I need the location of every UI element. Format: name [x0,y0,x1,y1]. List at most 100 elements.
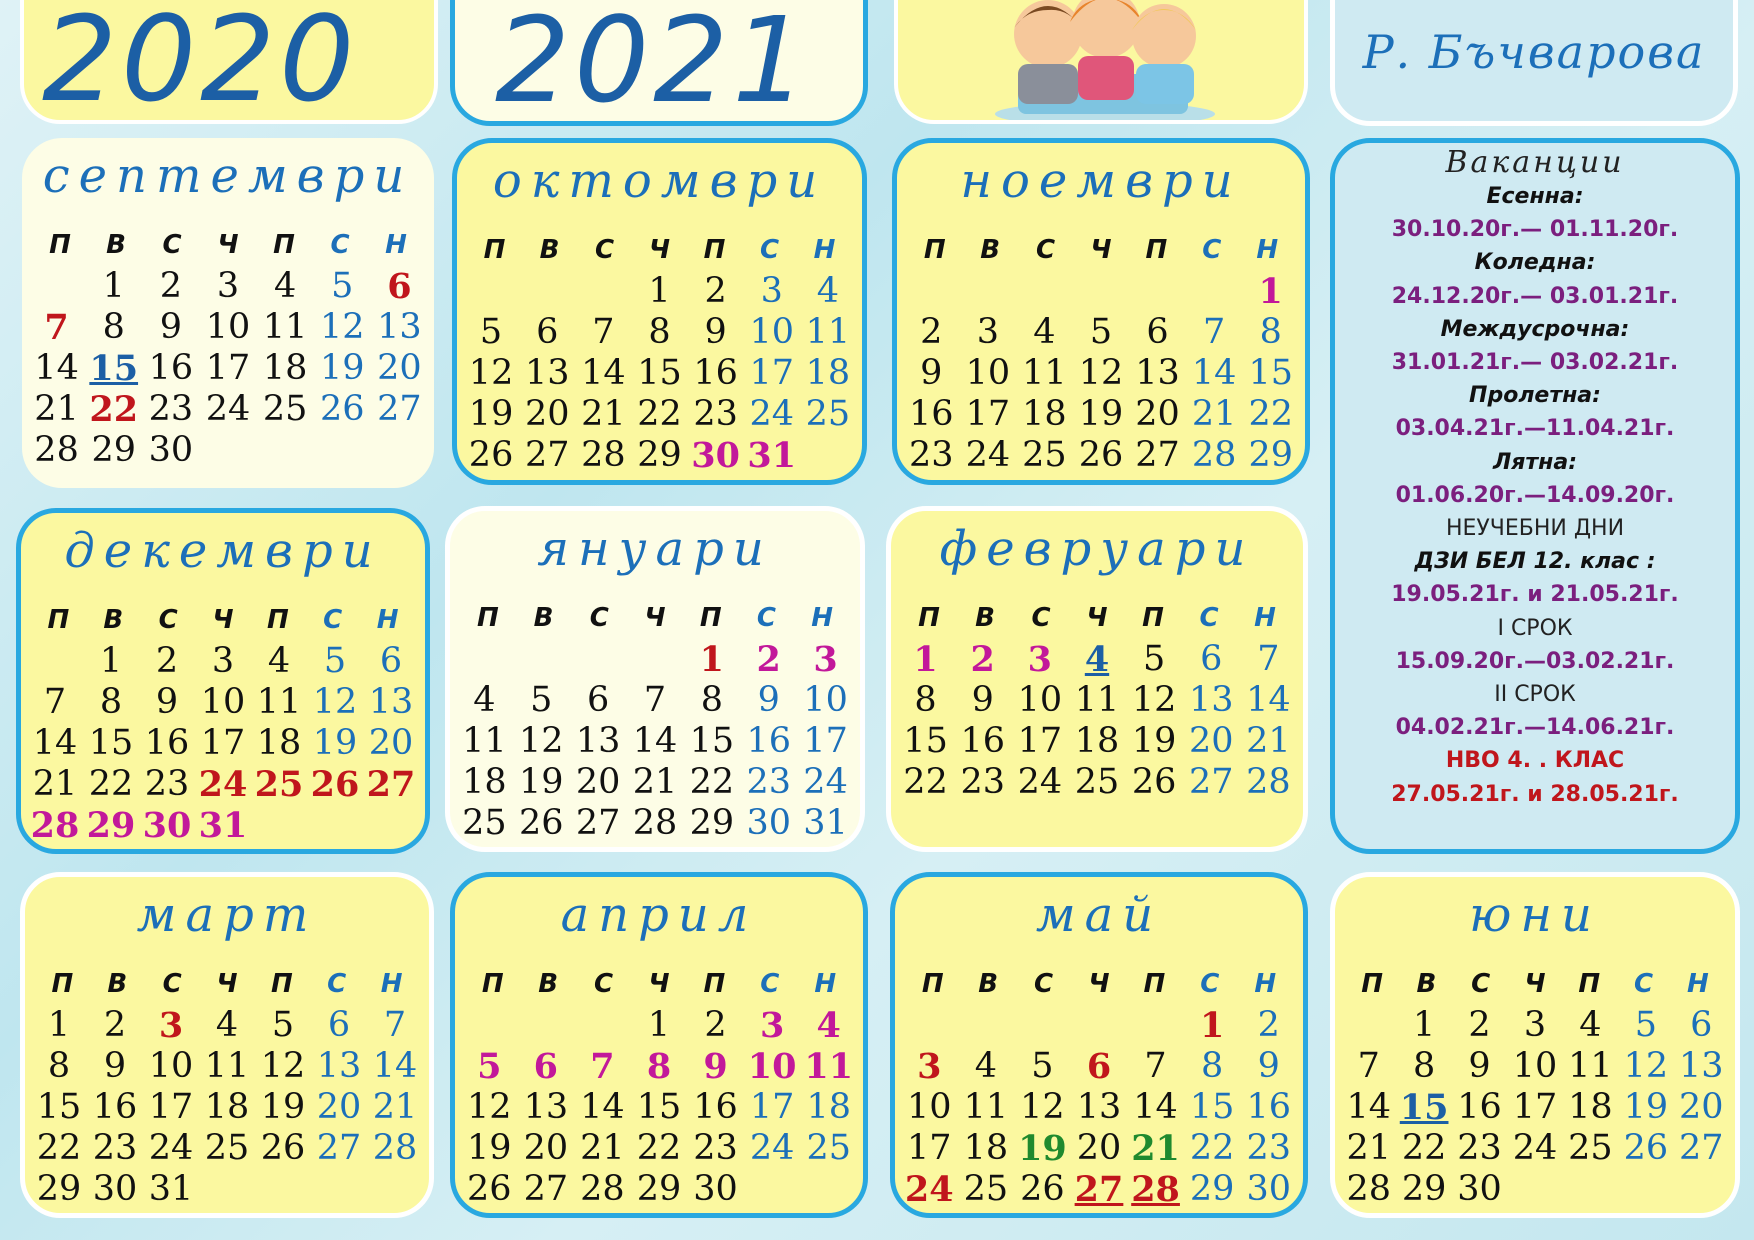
day-cell: 24 [803,762,848,802]
day-cell: 1 [647,1005,671,1045]
day-cell: 2 [159,266,182,306]
day-cell: 31 [148,1169,194,1209]
day-cell: 20 [523,1128,569,1168]
day-cell: 21 [32,764,78,804]
weekday-label: В [980,235,1001,265]
weekday-label: В [106,230,126,260]
day-cell: 14 [1133,1087,1178,1127]
day-cell: 25 [1022,435,1067,475]
weekday-label: Н [380,969,403,999]
day-cell: 18 [963,1128,1009,1168]
day-cell: 12 [1131,680,1177,720]
day-cell: 6 [1086,1046,1112,1087]
day-cell: 22 [637,394,682,434]
day-cell: 20 [1189,721,1234,761]
day-cell: 15 [1248,353,1293,393]
day-cell: 18 [462,762,507,802]
weekday-label: С [589,603,609,633]
day-cell: 26 [320,389,365,429]
weekday-header: ПВСЧПСН [905,969,1293,999]
day-cell: 28 [1346,1169,1391,1209]
day-cell: 9 [1257,1046,1280,1086]
day-cell: 30 [691,435,740,476]
empty-cell [519,271,575,312]
empty-cell [1016,271,1073,312]
vacation-line: Междусрочна: [1440,316,1630,342]
weekday-label: Н [1686,969,1709,999]
day-cell: 26 [260,1128,306,1168]
day-cell: 21 [632,762,678,802]
day-grid: 1 2 3 4 5 6 7 8 9 10 11 12 13 14 15 16 17 18 19 20 21 22 23 24 2… [903,271,1299,480]
day-grid: 1 2 3 4 5 6 7 8 9 10 11 12 13 14 15 16 17 18 19 20 21 22 23 24 2… [901,1005,1297,1213]
weekday-label: С [594,969,614,999]
weekday-label: Ч [1524,969,1546,999]
vacation-line: 19.05.21г. и 21.05.21г. [1391,582,1679,608]
weekday-label: С [323,605,343,635]
day-cell: 12 [1078,353,1124,393]
weekday-label: П [703,235,726,265]
day-cell: 17 [1017,721,1063,761]
day-cell: 5 [323,641,347,681]
day-cell: 11 [963,1087,1009,1127]
month-title: февруари [939,521,1255,577]
day-cell: 19 [1018,1128,1067,1169]
vacation-line: 15.09.20г.—03.02.21г. [1395,648,1675,674]
empty-cell [518,1005,575,1046]
day-cell: 19 [519,762,564,802]
day-grid: 1 2 3 4 5 6 7 8 9 10 11 12 13 14 15 16 17 18 19 20 21 22 23 24 2… [897,639,1297,803]
vacation-line: 24.12.20г.— 03.01.21г. [1391,283,1679,309]
day-cell: 11 [256,682,302,722]
day-cell: 18 [1074,721,1120,761]
day-cell: 8 [1259,312,1282,352]
vacations-title: Ваканции [1445,145,1625,180]
weekday-label: В [103,605,124,635]
day-cell: 26 [310,764,360,805]
empty-cell [1071,1005,1128,1046]
day-cell: 11 [1074,680,1120,720]
weekday-label: П [270,969,293,999]
day-cell: 16 [960,721,1005,761]
day-cell: 14 [1191,353,1237,393]
month-april: април П В С Ч П С Н 1 2 3 4 5 6 7 8 9 10 11 12 13 14 15 16 17 18 1… [450,872,868,1218]
empty-cell [456,639,513,680]
day-cell: 30 [92,1169,138,1209]
day-cell: 17 [200,723,246,763]
day-cell: 4 [215,1005,239,1045]
day-grid: 1 2 3 4 5 6 7 8 9 10 11 12 13 14 15 16 17 18 19 20 21 22 23 24 2… [31,1005,423,1210]
empty-cell [570,639,627,680]
day-cell: 11 [204,1046,250,1086]
month-november: ноември П В С Ч П С Н 1 2 3 4 5 6 7 8 9 10 11 12 13 14 15 16 17 1… [892,138,1310,485]
day-cell: 19 [260,1087,306,1127]
empty-cell [960,271,1017,312]
day-cell: 27 [1189,762,1234,802]
weekday-label: П [47,605,70,635]
weekday-label: П [476,603,499,633]
day-grid: 1 2 3 4 5 6 7 8 9 10 11 12 13 14 15 16 17 18 19 20 21 22 23 24 2… [28,266,428,471]
month-december: декември П В С Ч П С Н 1 2 3 4 5 6 7 8 9 10 11 12 13 14 15 16 17… [16,508,430,854]
vacation-line: 27.05.21г. и 28.05.21г. [1391,781,1679,807]
day-cell: 8 [102,307,125,347]
weekday-label: С [1200,969,1220,999]
empty-cell [1014,1005,1071,1046]
weekday-label: С [1031,603,1051,633]
day-cell: 14 [1246,680,1291,720]
day-cell: 30 [903,476,960,480]
weekday-label: В [1416,969,1437,999]
weekday-label: В [975,603,995,633]
day-cell: 7 [1357,1046,1380,1086]
empty-cell [903,271,960,312]
month-title: май [1035,887,1163,943]
day-cell: 25 [963,1169,1009,1209]
day-cell: 7 [1144,1046,1167,1086]
day-cell: 18 [262,348,308,388]
weekday-label: П [921,969,944,999]
day-cell: 26 [1078,435,1124,475]
day-cell: 25 [262,389,308,429]
empty-cell [461,1005,518,1046]
day-cell: 18 [805,353,851,393]
weekday-label: П [273,230,295,260]
day-cell: 1 [1412,1005,1436,1045]
day-cell: 7 [43,682,67,722]
day-cell: 5 [1031,1046,1054,1086]
day-cell: 10 [200,682,246,722]
